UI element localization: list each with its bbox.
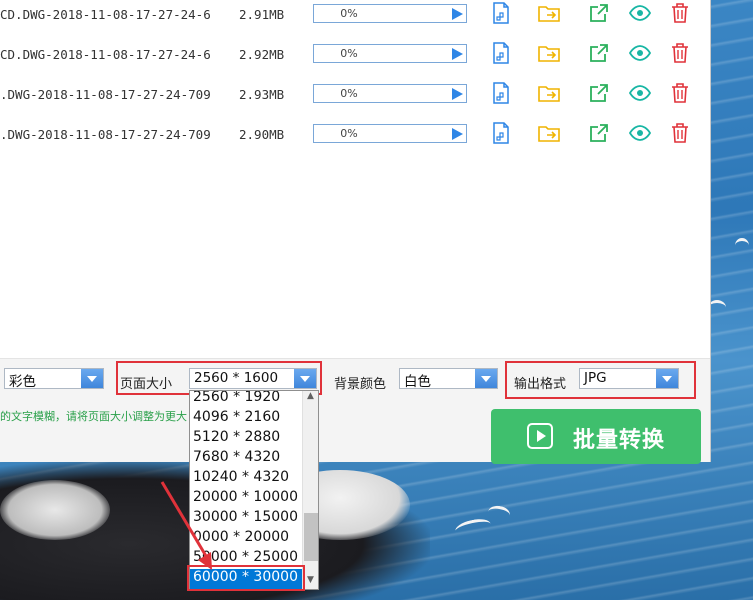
page-size-option[interactable]: 5120 * 2880 — [190, 429, 302, 449]
play-icon — [527, 423, 553, 449]
eye-icon[interactable] — [628, 81, 652, 105]
page-size-option[interactable]: 0000 * 20000 — [190, 529, 302, 549]
bg-color-label: 背景颜色 — [334, 377, 387, 392]
seagull — [735, 238, 749, 253]
file-name: CD.DWG-2018-11-08-17-27-24-6 — [0, 47, 211, 62]
progress-bar: 0% — [313, 44, 467, 63]
progress-bar: 0% — [313, 84, 467, 103]
file-name: .DWG-2018-11-08-17-27-24-709 — [0, 87, 211, 102]
file-size: 2.92MB — [239, 47, 285, 62]
page-size-option[interactable]: 10240 * 4320 — [190, 469, 302, 489]
batch-convert-label: 批量转换 — [573, 428, 666, 453]
file-icon[interactable] — [489, 41, 513, 65]
eye-icon[interactable] — [628, 1, 652, 25]
file-row: .DWG-2018-11-08-17-27-24-709 2.93MB 0% — [0, 81, 710, 109]
progress-text: 0% — [340, 87, 358, 100]
open-external-icon[interactable] — [587, 41, 611, 65]
batch-convert-button[interactable]: 批量转换 — [491, 409, 701, 464]
page-size-dropdown-list[interactable]: 2560 * 1920 4096 * 2160 5120 * 2880 7680 * … — [189, 390, 319, 590]
chevron-down-icon[interactable] — [475, 369, 497, 388]
file-row: .DWG-2018-11-08-17-27-24-709 2.90MB 0% — [0, 121, 710, 149]
color-mode-value: 彩色 — [9, 374, 36, 390]
trash-icon[interactable] — [668, 121, 692, 145]
file-name: .DWG-2018-11-08-17-27-24-709 — [0, 127, 211, 142]
dropdown-scrollbar[interactable]: ▲ ▼ — [302, 391, 318, 589]
chevron-down-icon[interactable] — [81, 369, 103, 388]
highlight-output-format — [505, 361, 696, 399]
highlight-selected-option — [187, 565, 305, 591]
bg-color-select[interactable]: 白色 — [399, 368, 498, 390]
progress-text: 0% — [340, 127, 358, 140]
converter-window: CD.DWG-2018-11-08-17-27-24-6 2.91MB 0% CD.D… — [0, 0, 711, 462]
eye-icon[interactable] — [628, 121, 652, 145]
open-external-icon[interactable] — [587, 81, 611, 105]
file-size: 2.93MB — [239, 87, 285, 102]
file-icon[interactable] — [489, 121, 513, 145]
play-icon[interactable] — [452, 128, 463, 140]
file-row: CD.DWG-2018-11-08-17-27-24-6 2.91MB 0% — [0, 1, 710, 29]
progress-text: 0% — [340, 7, 358, 20]
folder-export-icon[interactable] — [537, 41, 561, 65]
play-icon[interactable] — [452, 48, 463, 60]
open-external-icon[interactable] — [587, 1, 611, 25]
trash-icon[interactable] — [668, 81, 692, 105]
page-size-option[interactable]: 30000 * 15000 — [190, 509, 302, 529]
scrollbar-thumb[interactable] — [304, 513, 318, 561]
bg-color-value: 白色 — [404, 374, 431, 390]
snow-patch-left — [0, 480, 110, 540]
page-size-option[interactable]: 2560 * 1920 — [190, 391, 302, 409]
progress-bar: 0% — [313, 124, 467, 143]
eye-icon[interactable] — [628, 41, 652, 65]
file-size: 2.91MB — [239, 7, 285, 22]
page-size-option[interactable]: 20000 * 10000 — [190, 489, 302, 509]
scroll-up-icon[interactable]: ▲ — [307, 391, 314, 401]
progress-text: 0% — [340, 47, 358, 60]
play-icon[interactable] — [452, 8, 463, 20]
trash-icon[interactable] — [668, 1, 692, 25]
scroll-down-icon[interactable]: ▼ — [307, 575, 314, 585]
file-size: 2.90MB — [239, 127, 285, 142]
progress-bar: 0% — [313, 4, 467, 23]
hint-text: 的文字模糊，请将页面大小调整为更大 — [0, 410, 187, 423]
file-icon[interactable] — [489, 1, 513, 25]
trash-icon[interactable] — [668, 41, 692, 65]
page-size-option[interactable]: 7680 * 4320 — [190, 449, 302, 469]
file-name: CD.DWG-2018-11-08-17-27-24-6 — [0, 7, 211, 22]
file-row: CD.DWG-2018-11-08-17-27-24-6 2.92MB 0% — [0, 41, 710, 69]
play-icon[interactable] — [452, 88, 463, 100]
page-size-option[interactable]: 4096 * 2160 — [190, 409, 302, 429]
color-mode-select[interactable]: 彩色 — [4, 368, 104, 390]
open-external-icon[interactable] — [587, 121, 611, 145]
file-icon[interactable] — [489, 81, 513, 105]
folder-export-icon[interactable] — [537, 1, 561, 25]
folder-export-icon[interactable] — [537, 121, 561, 145]
folder-export-icon[interactable] — [537, 81, 561, 105]
